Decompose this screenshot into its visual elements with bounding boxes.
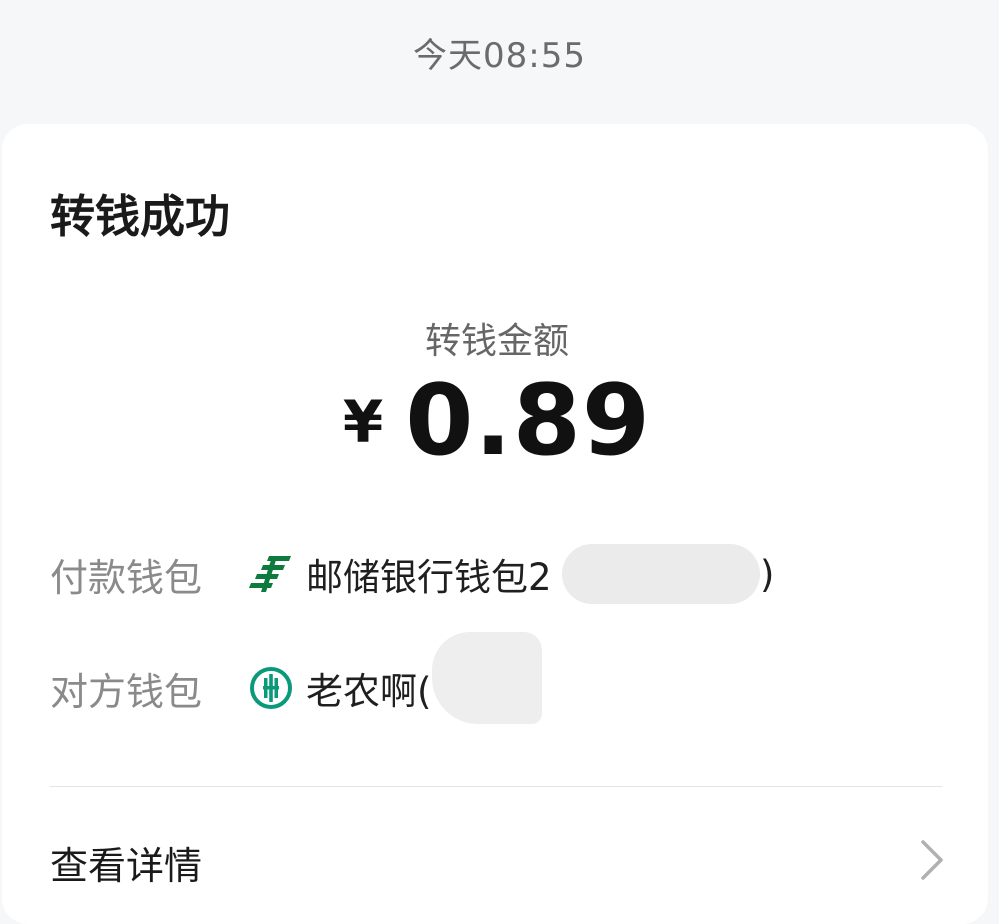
postal-savings-bank-icon [248,551,294,597]
pay-wallet-row: 付款钱包 邮储银行钱包2 [50,544,552,604]
payee-wallet-label: 对方钱包 [50,669,203,714]
message-timestamp: 今天08:55 [413,36,586,76]
currency-symbol: ¥ [342,388,384,456]
chevron-right-icon [916,838,946,886]
amount-label: 转钱金额 [424,321,569,362]
agricultural-bank-icon [248,665,294,711]
amount-display: ¥0.89 [2,364,992,478]
payee-wallet-name: 老农啊( [306,670,432,713]
redacted-pay-wallet-id [562,544,760,604]
pay-wallet-name: 邮储银行钱包2 [306,556,552,599]
redacted-payee-wallet-id [432,632,542,724]
pay-wallet-suffix: ) [760,552,775,596]
view-details-button[interactable]: 查看详情 [50,830,946,894]
view-details-label: 查看详情 [50,843,203,888]
pay-wallet-label: 付款钱包 [50,555,203,600]
amount-value: 0.89 [405,364,652,478]
payee-wallet-row: 对方钱包 老农啊( [50,658,431,718]
transfer-success-card[interactable]: 转钱成功 转钱金额 ¥0.89 付款钱包 邮储银行钱包2 ) 对方钱包 老农啊(… [2,124,988,924]
card-title: 转钱成功 [50,190,231,243]
divider [50,786,942,787]
